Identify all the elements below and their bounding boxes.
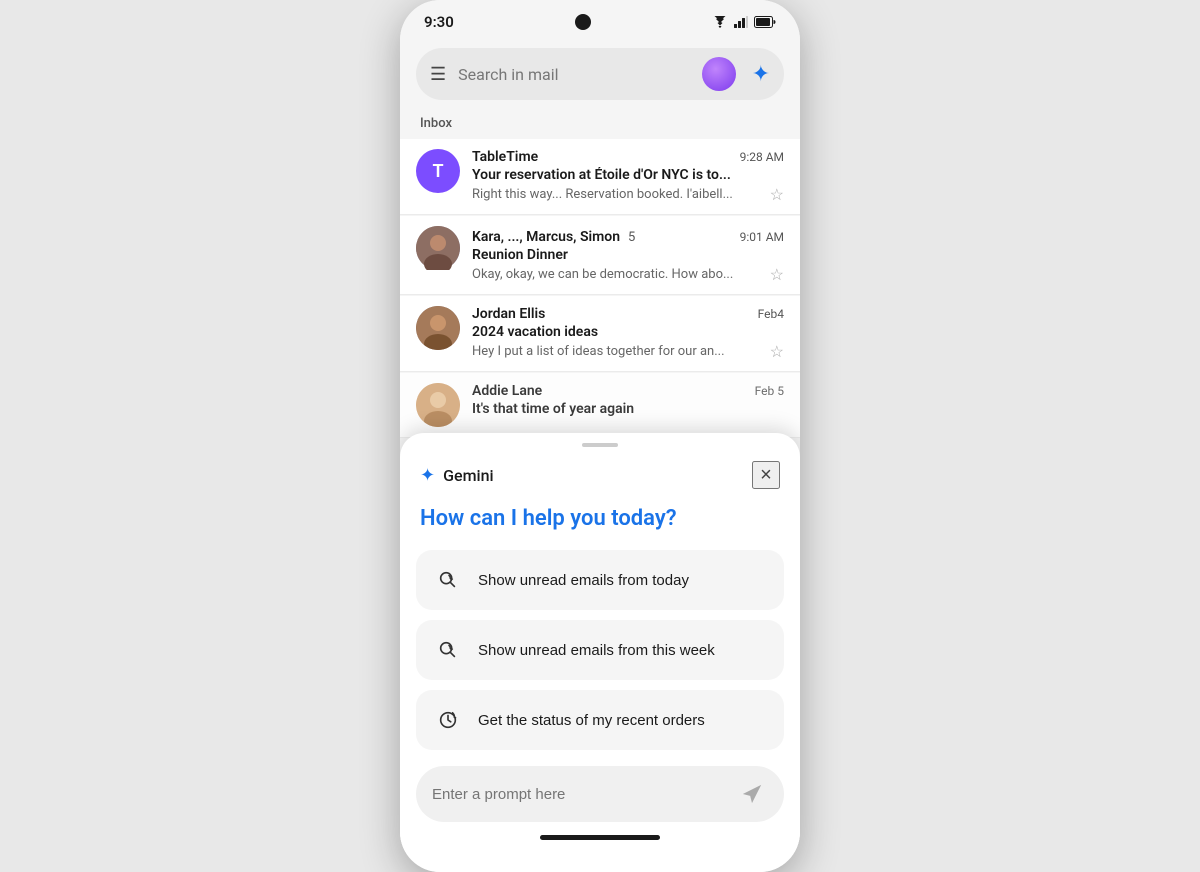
email-header-1: TableTime 9:28 AM [472, 149, 784, 165]
suggestion-chip-2[interactable]: Show unread emails from this week [416, 620, 784, 680]
search-bar[interactable]: ☰ Search in mail ✦ [416, 48, 784, 100]
star-icon-1[interactable]: ☆ [770, 185, 784, 204]
star-icon-3[interactable]: ☆ [770, 342, 784, 361]
suggestions-list: Show unread emails from today Show unrea… [400, 550, 800, 750]
status-icons [712, 16, 776, 28]
email-subject-2: Reunion Dinner [472, 247, 784, 263]
email-avatar-1: T [416, 149, 460, 193]
suggestion-text-2: Show unread emails from this week [478, 642, 715, 659]
email-avatar-4 [416, 383, 460, 427]
wifi-icon [712, 16, 728, 28]
email-count-2: 5 [628, 230, 635, 245]
email-content-1: TableTime 9:28 AM Your reservation at Ét… [472, 149, 784, 204]
email-item-2[interactable]: Kara, ..., Marcus, Simon 5 9:01 AM Reuni… [400, 216, 800, 295]
email-time-3: Feb4 [758, 307, 784, 321]
email-content-3: Jordan Ellis Feb4 2024 vacation ideas He… [472, 306, 784, 361]
email-avatar-3 [416, 306, 460, 350]
chip-icon-2 [432, 634, 464, 666]
email-item-3[interactable]: Jordan Ellis Feb4 2024 vacation ideas He… [400, 296, 800, 372]
gemini-title: Gemini [443, 466, 493, 485]
gemini-sparkle-icon[interactable]: ✦ [752, 62, 770, 87]
home-bar [540, 835, 660, 840]
gemini-logo-icon: ✦ [420, 465, 435, 486]
email-preview-row-3: Hey I put a list of ideas together for o… [472, 342, 784, 361]
avatar-photo-3 [416, 306, 460, 350]
close-button[interactable]: × [752, 461, 780, 489]
star-icon-2[interactable]: ☆ [770, 265, 784, 284]
camera-dot [575, 14, 591, 30]
email-item-1[interactable]: T TableTime 9:28 AM Your reservation at … [400, 139, 800, 215]
email-time-2: 9:01 AM [740, 230, 784, 244]
email-header-4: Addie Lane Feb 5 [472, 383, 784, 399]
email-header-2: Kara, ..., Marcus, Simon 5 9:01 AM [472, 226, 784, 245]
menu-icon[interactable]: ☰ [430, 64, 446, 85]
search-refresh-icon-1 [437, 569, 459, 591]
email-time-4: Feb 5 [755, 384, 784, 398]
email-subject-1: Your reservation at Étoile d'Or NYC is t… [472, 167, 784, 183]
battery-icon [754, 16, 776, 28]
user-avatar[interactable] [702, 57, 736, 91]
gmail-area: ☰ Search in mail ✦ Inbox T TableTime 9:2… [400, 48, 800, 438]
gemini-bottom-sheet: ✦ Gemini × How can I help you today? Sho… [400, 433, 800, 872]
gemini-logo: ✦ Gemini [420, 465, 494, 486]
email-content-2: Kara, ..., Marcus, Simon 5 9:01 AM Reuni… [472, 226, 784, 284]
email-item-4[interactable]: Addie Lane Feb 5 It's that time of year … [400, 373, 800, 438]
chip-icon-3 [432, 704, 464, 736]
gemini-question: How can I help you today? [400, 497, 800, 550]
send-button[interactable] [736, 778, 768, 810]
chip-icon-1 [432, 564, 464, 596]
email-subject-4: It's that time of year again [472, 401, 784, 417]
email-sender-2: Kara, ..., Marcus, Simon [472, 229, 620, 245]
email-sender-3: Jordan Ellis [472, 306, 545, 322]
home-indicator [400, 822, 800, 852]
inbox-label: Inbox [400, 112, 800, 139]
suggestion-chip-1[interactable]: Show unread emails from today [416, 550, 784, 610]
email-preview-row-1: Right this way... Reservation booked. I'… [472, 185, 784, 204]
email-time-1: 9:28 AM [740, 150, 784, 164]
suggestion-chip-3[interactable]: Get the status of my recent orders [416, 690, 784, 750]
suggestion-text-3: Get the status of my recent orders [478, 712, 705, 729]
phone-frame: 9:30 [400, 0, 800, 872]
prompt-area[interactable] [416, 766, 784, 822]
email-avatar-2 [416, 226, 460, 270]
email-preview-1: Right this way... Reservation booked. I'… [472, 187, 762, 202]
avatar-image [702, 57, 736, 91]
email-header-3: Jordan Ellis Feb4 [472, 306, 784, 322]
email-sender-4: Addie Lane [472, 383, 542, 399]
email-subject-3: 2024 vacation ideas [472, 324, 784, 340]
search-placeholder: Search in mail [458, 65, 689, 84]
avatar-photo-4 [416, 383, 460, 427]
suggestion-text-1: Show unread emails from today [478, 572, 689, 589]
email-preview-2: Okay, okay, we can be democratic. How ab… [472, 267, 762, 282]
avatar-photo-2 [416, 226, 460, 270]
email-content-4: Addie Lane Feb 5 It's that time of year … [472, 383, 784, 419]
search-refresh-icon-2 [437, 639, 459, 661]
status-bar: 9:30 [400, 0, 800, 40]
email-sender-1: TableTime [472, 149, 538, 165]
status-time: 9:30 [424, 13, 454, 31]
email-preview-3: Hey I put a list of ideas together for o… [472, 344, 762, 359]
send-icon [741, 783, 763, 805]
email-list: T TableTime 9:28 AM Your reservation at … [400, 139, 800, 438]
sheet-header: ✦ Gemini × [400, 447, 800, 497]
clock-refresh-icon [437, 709, 459, 731]
prompt-input[interactable] [432, 786, 724, 803]
email-preview-row-2: Okay, okay, we can be democratic. How ab… [472, 265, 784, 284]
signal-icon [734, 16, 748, 28]
